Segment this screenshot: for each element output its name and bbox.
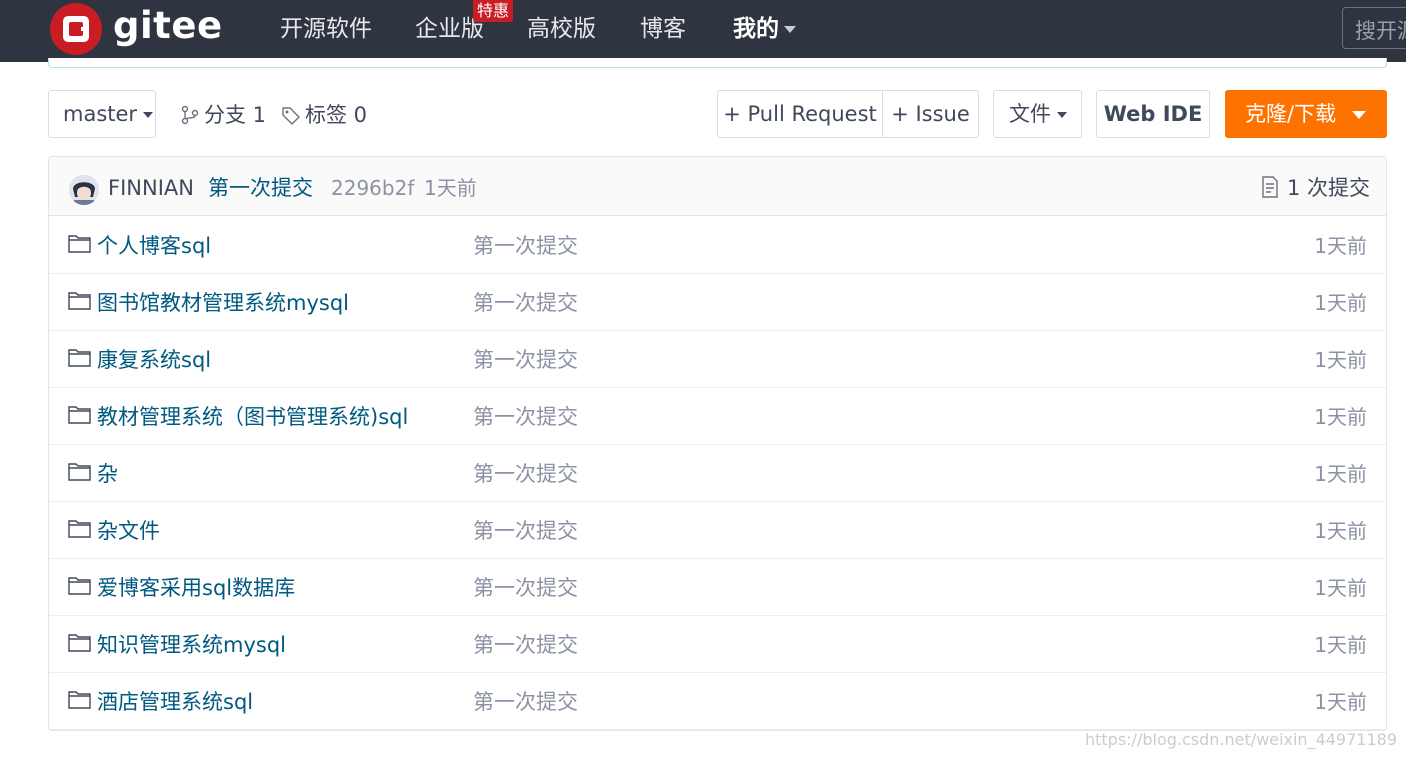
watermark-text: https://blog.csdn.net/weixin_44971189 <box>1084 730 1397 749</box>
search-input[interactable]: 搜开源 <box>1342 7 1406 49</box>
file-commit-message[interactable]: 第一次提交 <box>473 687 578 717</box>
file-name[interactable]: 图书馆教材管理系统mysql <box>97 288 349 318</box>
file-name[interactable]: 个人博客sql <box>97 231 211 261</box>
branch-select[interactable]: master <box>48 90 156 138</box>
promo-badge: 特惠 <box>473 0 514 22</box>
folder-icon <box>68 520 91 538</box>
panel-edge <box>48 58 1387 68</box>
tags-label: 标签 0 <box>305 103 368 127</box>
file-time: 1天前 <box>1314 348 1367 372</box>
commit-sha[interactable]: 2296b2f <box>331 173 414 203</box>
folder-icon <box>68 577 91 595</box>
folder-icon <box>68 634 91 652</box>
file-time: 1天前 <box>1314 690 1367 714</box>
file-time: 1天前 <box>1314 519 1367 543</box>
file-name[interactable]: 杂文件 <box>97 516 160 546</box>
file-commit-message[interactable]: 第一次提交 <box>473 345 578 375</box>
chevron-down-icon <box>784 26 796 33</box>
branches-link[interactable]: 分支 1 <box>180 100 266 130</box>
pull-request-button[interactable]: + Pull Request <box>717 90 883 138</box>
branches-label: 分支 1 <box>204 103 267 127</box>
file-list: 个人博客sql 第一次提交 1天前 图书馆教材管理系统mysql 第一次提交 1… <box>49 217 1386 730</box>
file-commit-message[interactable]: 第一次提交 <box>473 402 578 432</box>
folder-icon <box>68 235 91 253</box>
commit-count-label: 1 次提交 <box>1286 176 1370 200</box>
file-commit-message[interactable]: 第一次提交 <box>473 573 578 603</box>
folder-icon <box>68 349 91 367</box>
table-row[interactable]: 图书馆教材管理系统mysql 第一次提交 1天前 <box>49 274 1386 331</box>
clone-download-label: 克隆/下载 <box>1245 102 1337 126</box>
file-time: 1天前 <box>1314 234 1367 258</box>
table-row[interactable]: 康复系统sql 第一次提交 1天前 <box>49 331 1386 388</box>
file-commit-message[interactable]: 第一次提交 <box>473 231 578 261</box>
folder-icon <box>68 292 91 310</box>
avatar[interactable] <box>69 175 99 205</box>
clone-download-button[interactable]: 克隆/下载 <box>1225 90 1387 138</box>
folder-icon <box>68 463 91 481</box>
table-row[interactable]: 教材管理系统（图书管理系统)sql 第一次提交 1天前 <box>49 388 1386 445</box>
table-row[interactable]: 杂文件 第一次提交 1天前 <box>49 502 1386 559</box>
file-time: 1天前 <box>1314 462 1367 486</box>
nav-item-blog[interactable]: 博客 <box>640 14 686 44</box>
file-name[interactable]: 杂 <box>97 459 118 489</box>
file-table: FINNIAN 第一次提交 2296b2f 1天前 1 次提交 个人博客sql … <box>48 156 1387 731</box>
table-row[interactable]: 个人博客sql 第一次提交 1天前 <box>49 217 1386 274</box>
chevron-down-icon <box>1057 112 1067 118</box>
tags-link[interactable]: 标签 0 <box>281 100 367 130</box>
commit-author[interactable]: FINNIAN <box>108 173 194 203</box>
tag-icon <box>282 107 300 125</box>
commit-message[interactable]: 第一次提交 <box>208 173 313 203</box>
table-row[interactable]: 酒店管理系统sql 第一次提交 1天前 <box>49 673 1386 730</box>
nav-item-education[interactable]: 高校版 <box>527 14 596 44</box>
history-icon <box>1262 176 1278 198</box>
commit-count-link[interactable]: 1 次提交 <box>1261 173 1370 203</box>
commit-time: 1天前 <box>424 176 477 200</box>
gitee-logo-icon[interactable] <box>50 3 102 55</box>
folder-icon <box>68 406 91 424</box>
file-dropdown-label: 文件 <box>1009 102 1051 126</box>
file-dropdown[interactable]: 文件 <box>993 90 1082 138</box>
nav-item-open-source[interactable]: 开源软件 <box>280 14 372 44</box>
top-navbar: gitee 开源软件 企业版 特惠 高校版 博客 我的 搜开源 <box>0 0 1406 62</box>
file-name[interactable]: 酒店管理系统sql <box>97 687 253 717</box>
file-time: 1天前 <box>1314 291 1367 315</box>
file-name[interactable]: 康复系统sql <box>97 345 211 375</box>
search-placeholder: 搜开源 <box>1355 19 1406 43</box>
chevron-down-icon <box>143 112 154 118</box>
table-row[interactable]: 杂 第一次提交 1天前 <box>49 445 1386 502</box>
folder-icon <box>68 691 91 709</box>
branch-icon <box>181 105 199 125</box>
web-ide-button[interactable]: Web IDE <box>1096 90 1210 138</box>
table-row[interactable]: 爱博客采用sql数据库 第一次提交 1天前 <box>49 559 1386 616</box>
file-name[interactable]: 教材管理系统（图书管理系统)sql <box>97 402 408 432</box>
logo-text[interactable]: gitee <box>113 0 223 52</box>
latest-commit-bar: FINNIAN 第一次提交 2296b2f 1天前 1 次提交 <box>49 157 1386 216</box>
file-commit-message[interactable]: 第一次提交 <box>473 630 578 660</box>
file-time: 1天前 <box>1314 405 1367 429</box>
table-row[interactable]: 知识管理系统mysql 第一次提交 1天前 <box>49 616 1386 673</box>
file-commit-message[interactable]: 第一次提交 <box>473 459 578 489</box>
file-time: 1天前 <box>1314 576 1367 600</box>
issue-button[interactable]: + Issue <box>882 90 979 138</box>
file-commit-message[interactable]: 第一次提交 <box>473 288 578 318</box>
file-time: 1天前 <box>1314 633 1367 657</box>
chevron-down-icon <box>1352 111 1367 119</box>
file-name[interactable]: 知识管理系统mysql <box>97 630 286 660</box>
file-commit-message[interactable]: 第一次提交 <box>473 516 578 546</box>
file-name[interactable]: 爱博客采用sql数据库 <box>97 573 295 603</box>
branch-select-label: master <box>63 102 138 126</box>
nav-item-mine-label: 我的 <box>733 16 779 42</box>
nav-item-mine[interactable]: 我的 <box>733 14 796 44</box>
